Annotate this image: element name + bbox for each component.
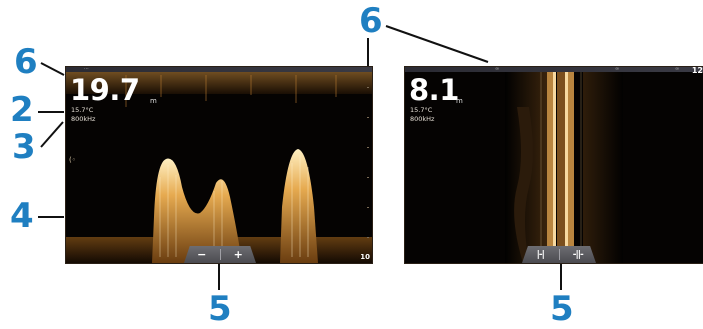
sonar-frequency: 800kHz [71,115,96,123]
zoom-in-button[interactable]: + [220,248,256,261]
side-scan-sonar-screen[interactable]: ∞ ∞ ∞ 12 8.1 m 15.7°C 800kHz |-| -||- [404,66,703,264]
depth-readout: 8.1 [409,73,459,107]
depth-range-strip: ··· [66,67,372,72]
water-temperature: 15.7°C [410,106,433,114]
water-temperature: 15.7°C [71,106,94,114]
callout-3: 3 [12,127,36,167]
range-scale-value: 10 [360,253,370,261]
callout-5-left: 5 [208,289,232,329]
depth-readout: 19.7 [70,73,140,107]
callout-6-left: 6 [14,42,38,82]
callout-4: 4 [10,196,34,236]
zoom-button-bar: − + [184,246,256,263]
range-strip: ∞ ∞ ∞ [405,67,703,72]
depth-unit: m [456,97,463,105]
callout-6-right: 6 [359,1,383,41]
sonar-frequency: 800kHz [410,115,435,123]
callout-5-right: 5 [550,289,574,329]
down-scan-sonar-screen[interactable]: ··· 19.7 m 15.7°C 800kHz (◦ 10 − + [65,66,373,264]
range-narrow-icon[interactable]: |-| [522,250,559,260]
depth-unit: m [150,97,157,105]
callout-2: 2 [10,90,34,130]
range-corner-value: 12 [691,66,703,75]
zoom-out-button[interactable]: − [184,248,220,261]
transducer-icon: (◦ [69,156,76,164]
range-scale-bar [367,77,369,257]
range-button-bar: |-| -||- [522,246,596,263]
range-wide-icon[interactable]: -||- [559,250,596,260]
